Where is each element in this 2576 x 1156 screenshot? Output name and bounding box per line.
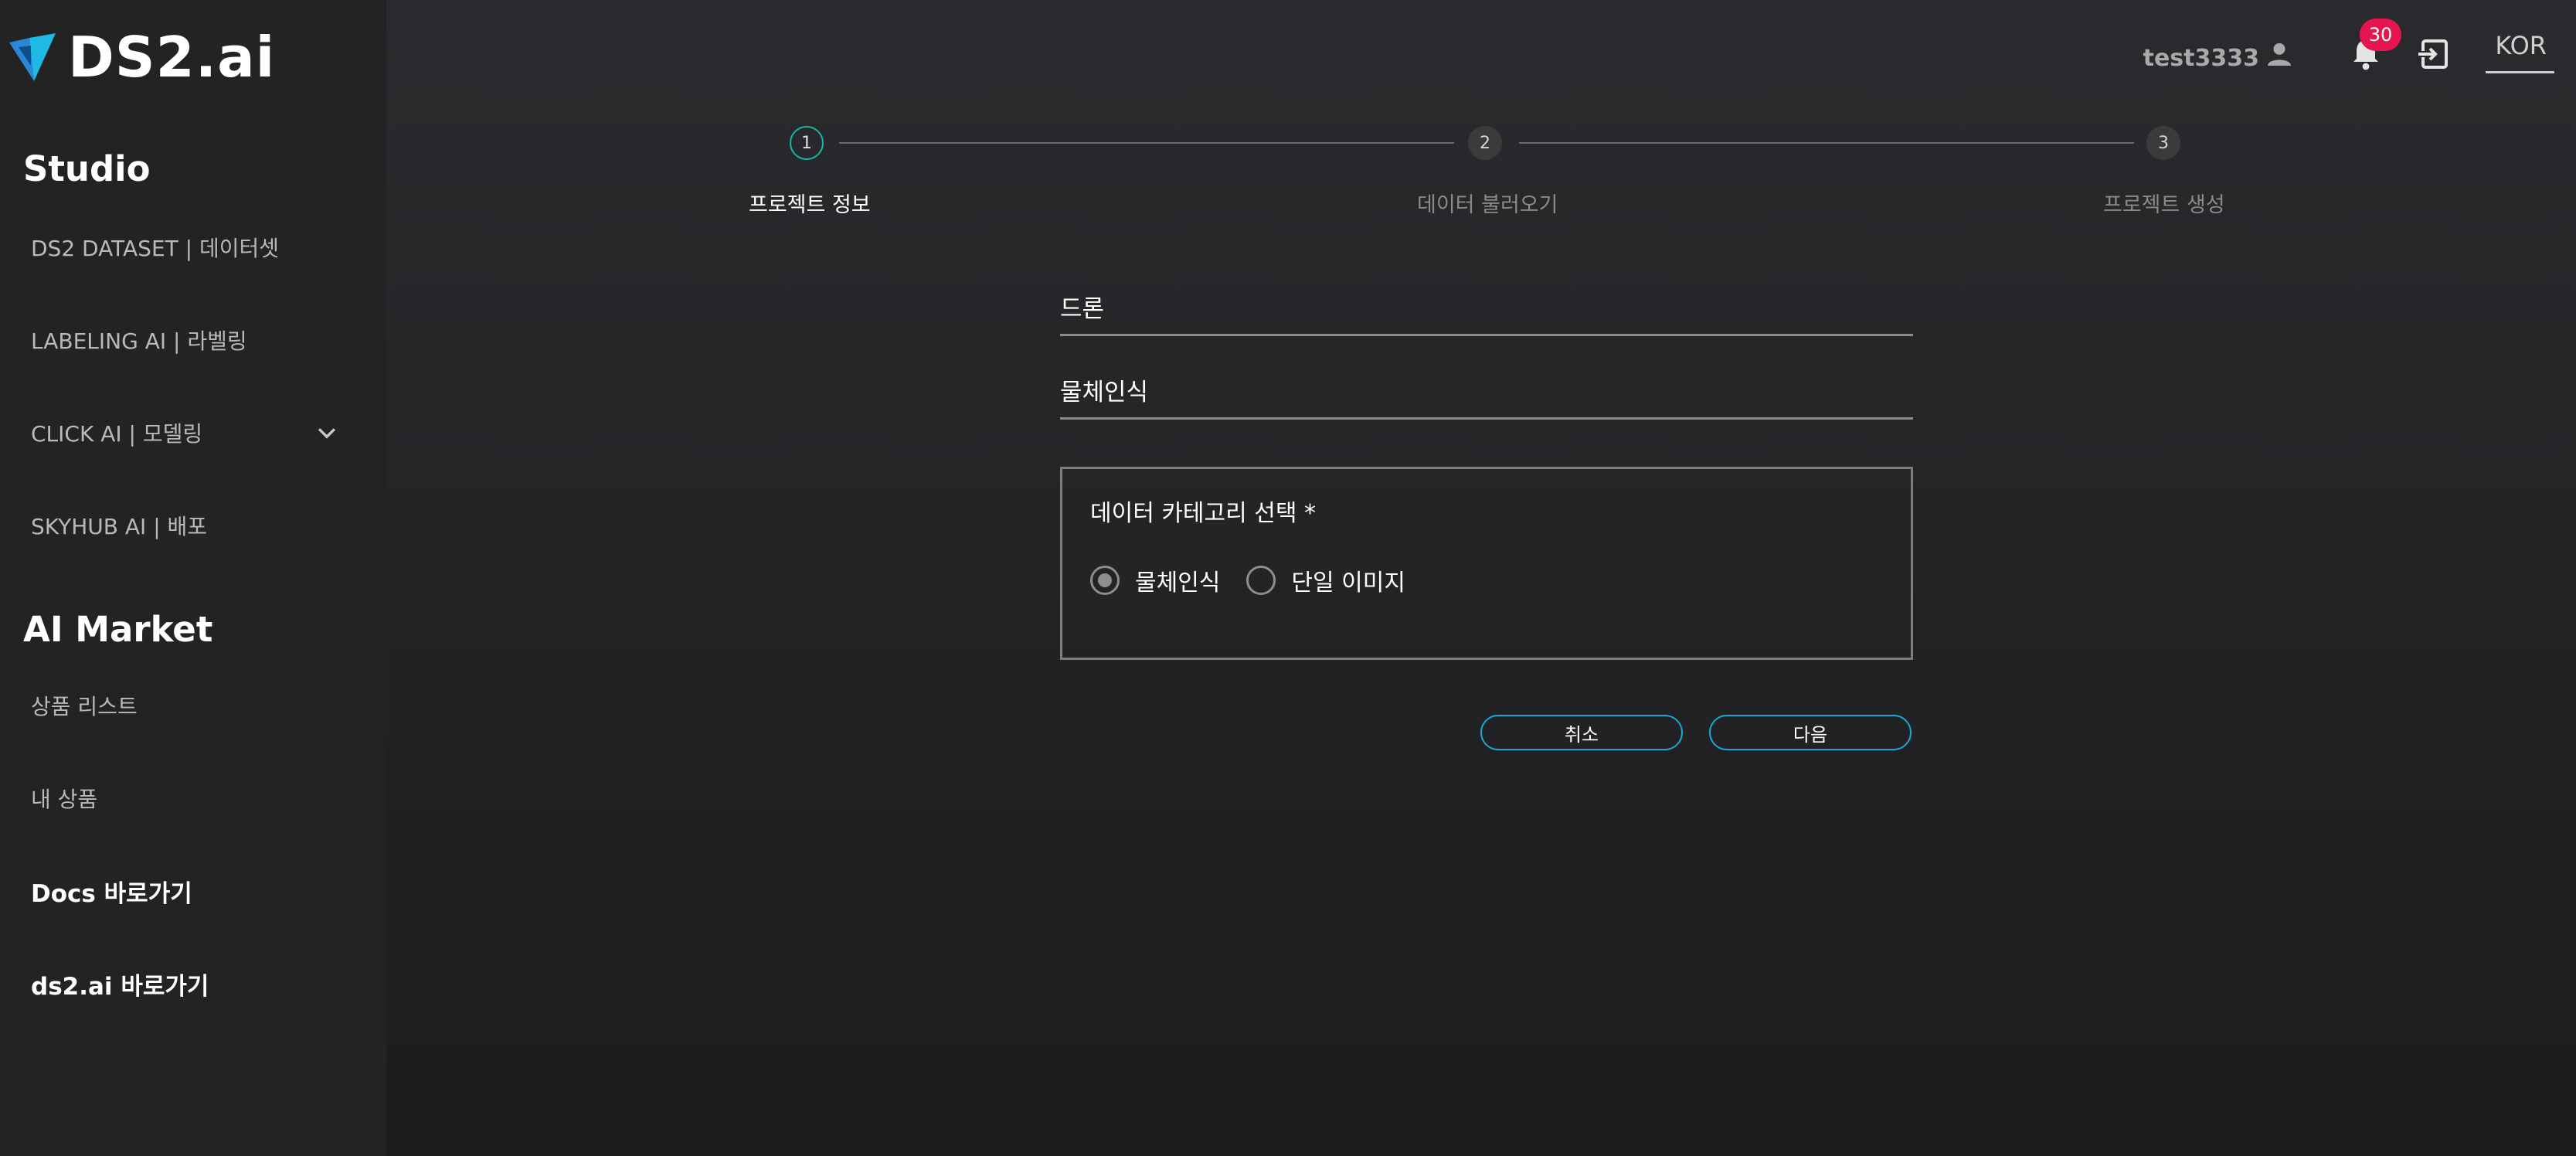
sidebar-item-label: LABELING AI | 라벨링: [31, 328, 247, 354]
step-2-indicator: 2: [1468, 126, 1502, 160]
language-toggle[interactable]: KOR: [2486, 31, 2554, 73]
logo-text: DS2.ai: [68, 25, 276, 90]
radio-single-image[interactable]: [1246, 566, 1276, 595]
radio-label-single-image[interactable]: 단일 이미지: [1291, 563, 1405, 597]
sidebar-item-label: DS2 DATASET | 데이터셋: [31, 236, 280, 261]
sidebar-item-click-ai[interactable]: CLICK AI | 모델링: [31, 410, 340, 456]
stepper-line: [1519, 142, 2134, 144]
data-category-box: 데이터 카테고리 선택 * 물체인식 단일 이미지: [1060, 467, 1913, 660]
radio-label-object-detection[interactable]: 물체인식: [1135, 563, 1220, 597]
project-description-value: 물체인식: [1060, 379, 1149, 406]
sidebar-item-product-list[interactable]: 상품 리스트: [31, 682, 340, 729]
project-description-field[interactable]: 물체인식: [1060, 372, 1913, 420]
step-3-indicator: 3: [2146, 126, 2180, 160]
ds2-logo-icon: [9, 33, 56, 81]
data-category-options: 물체인식 단일 이미지: [1090, 563, 1432, 597]
sidebar-item-skyhub-ai[interactable]: SKYHUB AI | 배포: [31, 502, 340, 549]
project-name-value: 드론: [1060, 295, 1105, 323]
sidebar-item-ds2-dataset[interactable]: DS2 DATASET | 데이터셋: [31, 224, 340, 270]
notification-badge: 30: [2360, 19, 2401, 51]
sidebar-item-label: 내 상품: [31, 787, 98, 812]
sidebar-link-ds2ai[interactable]: ds2.ai 바로가기: [31, 960, 340, 1007]
sidebar-link-label: Docs 바로가기: [31, 879, 192, 908]
sidebar-item-label: SKYHUB AI | 배포: [31, 514, 208, 539]
section-title-studio: Studio: [23, 148, 151, 189]
username[interactable]: test3333: [2143, 45, 2259, 72]
project-name-field[interactable]: 드론: [1060, 289, 1913, 336]
sidebar: DS2.ai Studio DS2 DATASET | 데이터셋 LABELIN…: [0, 0, 386, 1156]
stepper-line: [839, 142, 1454, 144]
step-3-label: 프로젝트 생성: [2103, 193, 2225, 217]
sidebar-link-label: ds2.ai 바로가기: [31, 972, 209, 1001]
sidebar-item-my-products[interactable]: 내 상품: [31, 775, 340, 821]
cancel-button[interactable]: 취소: [1480, 715, 1683, 750]
data-category-title: 데이터 카테고리 선택 *: [1090, 500, 1317, 527]
sidebar-link-docs[interactable]: Docs 바로가기: [31, 868, 340, 914]
main-content: test3333 30 KOR 1 2 3 프로젝트 정보 데이터 불러오기 프…: [386, 0, 2576, 1156]
chevron-down-icon[interactable]: [314, 420, 340, 447]
step-1-indicator: 1: [790, 126, 824, 160]
sidebar-item-labeling-ai[interactable]: LABELING AI | 라벨링: [31, 317, 340, 363]
logo[interactable]: DS2.ai: [8, 25, 275, 90]
top-bar: test3333 30 KOR: [2035, 0, 2576, 108]
next-button[interactable]: 다음: [1709, 715, 1912, 750]
sidebar-item-label: 상품 리스트: [31, 694, 138, 719]
user-icon[interactable]: [2264, 37, 2295, 71]
step-2-label: 데이터 불러오기: [1417, 193, 1558, 217]
logout-icon[interactable]: [2415, 36, 2452, 73]
radio-object-detection[interactable]: [1090, 566, 1120, 595]
section-title-ai-market: AI Market: [23, 609, 213, 650]
step-1-label: 프로젝트 정보: [749, 193, 871, 217]
sidebar-item-label: CLICK AI | 모델링: [31, 421, 203, 447]
